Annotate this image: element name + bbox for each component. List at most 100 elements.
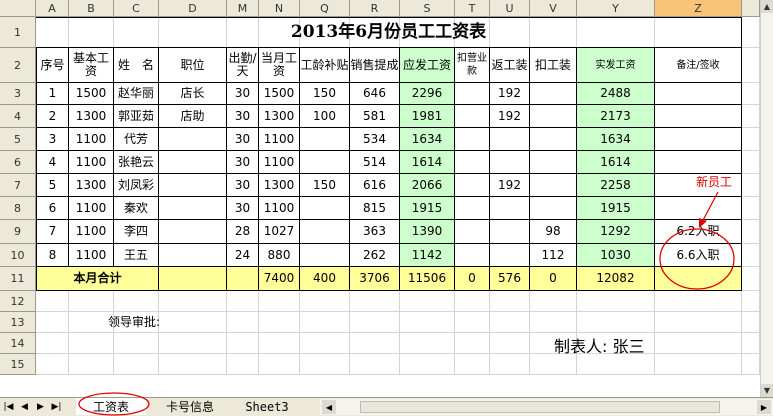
scroll-up-arrow-icon[interactable]: ▲ [761,0,773,13]
total-value[interactable] [655,267,742,291]
data-cell[interactable] [655,197,742,220]
data-cell[interactable] [530,151,577,174]
grid-cell[interactable] [114,354,159,375]
row-header-7[interactable]: 7 [0,174,36,197]
grid-cell[interactable] [400,354,455,375]
data-cell[interactable]: 1614 [400,151,455,174]
data-cell[interactable] [455,244,490,267]
header-3[interactable]: 姓 名 [114,48,159,83]
data-cell[interactable]: 880 [259,244,300,267]
grid-cell[interactable] [114,291,159,312]
row-header-5[interactable]: 5 [0,128,36,151]
data-cell[interactable] [455,220,490,244]
grid-cell[interactable] [350,354,400,375]
grid-cell[interactable] [742,244,760,267]
column-header-S[interactable]: S [400,0,455,17]
data-cell[interactable]: 28 [227,220,259,244]
data-cell[interactable]: 1300 [259,105,300,128]
grid-cell[interactable] [259,354,300,375]
grid-cell[interactable] [530,291,577,312]
scroll-left-arrow-icon[interactable]: ◀ [322,400,336,414]
data-cell[interactable] [530,83,577,105]
data-cell[interactable]: 100 [300,105,350,128]
grid-cell[interactable] [455,333,490,354]
data-cell[interactable] [159,244,227,267]
data-cell[interactable] [490,151,530,174]
data-cell[interactable] [655,128,742,151]
header-7[interactable]: 工龄补贴 [300,48,350,83]
last-sheet-icon[interactable]: ▶| [50,400,63,414]
header-9[interactable]: 应发工资 [400,48,455,83]
data-cell[interactable] [655,151,742,174]
column-header-V[interactable]: V [530,0,577,17]
grid-cell[interactable] [455,354,490,375]
data-cell[interactable]: 8 [36,244,69,267]
data-cell[interactable]: 1390 [400,220,455,244]
data-cell[interactable]: 6.6入职 [655,244,742,267]
grid-cell[interactable] [742,83,760,105]
data-cell[interactable] [159,197,227,220]
data-cell[interactable] [490,197,530,220]
grid-cell[interactable] [742,220,760,244]
data-cell[interactable]: 李四 [114,220,159,244]
data-cell[interactable] [455,105,490,128]
data-cell[interactable] [655,105,742,128]
row-header-14[interactable]: 14 [0,333,36,354]
data-cell[interactable]: 代芳 [114,128,159,151]
data-cell[interactable]: 1 [36,83,69,105]
data-cell[interactable] [530,197,577,220]
data-cell[interactable]: 1142 [400,244,455,267]
header-4[interactable]: 职位 [159,48,227,83]
data-cell[interactable]: 30 [227,197,259,220]
data-cell[interactable]: 2 [36,105,69,128]
data-cell[interactable]: 1915 [577,197,655,220]
data-cell[interactable]: 2173 [577,105,655,128]
data-cell[interactable] [455,83,490,105]
grid-cell[interactable] [350,291,400,312]
data-cell[interactable]: 1634 [400,128,455,151]
data-cell[interactable]: 262 [350,244,400,267]
header-2[interactable]: 基本工资 [69,48,114,83]
grid-cell[interactable] [742,105,760,128]
grid-cell[interactable] [300,333,350,354]
grid-cell[interactable] [300,354,350,375]
row-header-11[interactable]: 11 [0,267,36,291]
data-cell[interactable]: 192 [490,174,530,197]
data-cell[interactable]: 6.2入职 [655,220,742,244]
row-header-2[interactable]: 2 [0,48,36,83]
total-value[interactable]: 0 [530,267,577,291]
grid-cell[interactable] [227,312,259,333]
total-value[interactable]: 576 [490,267,530,291]
data-cell[interactable]: 1614 [577,151,655,174]
tab-sheet-1[interactable]: 工资表 [76,398,146,415]
grid-cell[interactable] [259,291,300,312]
data-cell[interactable] [159,174,227,197]
first-sheet-icon[interactable]: |◀ [2,400,15,414]
data-cell[interactable] [655,83,742,105]
prev-sheet-icon[interactable]: ◀ [18,400,31,414]
data-cell[interactable]: 30 [227,83,259,105]
data-cell[interactable]: 514 [350,151,400,174]
data-cell[interactable] [530,128,577,151]
data-cell[interactable] [455,197,490,220]
grid-cell[interactable] [742,312,760,333]
grid-cell[interactable] [227,291,259,312]
data-cell[interactable]: 1100 [69,244,114,267]
data-cell[interactable]: 王五 [114,244,159,267]
data-cell[interactable]: 2488 [577,83,655,105]
data-cell[interactable] [159,220,227,244]
row-header-4[interactable]: 4 [0,105,36,128]
header-1[interactable]: 序号 [36,48,69,83]
column-header-R[interactable]: R [350,0,400,17]
grid-cell[interactable] [227,333,259,354]
data-cell[interactable]: 192 [490,83,530,105]
data-cell[interactable] [455,128,490,151]
grid-cell[interactable] [69,354,114,375]
grid-cell[interactable] [400,312,455,333]
data-cell[interactable]: 363 [350,220,400,244]
grid-cell[interactable] [490,354,530,375]
data-cell[interactable]: 1100 [259,197,300,220]
data-cell[interactable]: 7 [36,220,69,244]
data-cell[interactable]: 2296 [400,83,455,105]
data-cell[interactable] [655,174,742,197]
